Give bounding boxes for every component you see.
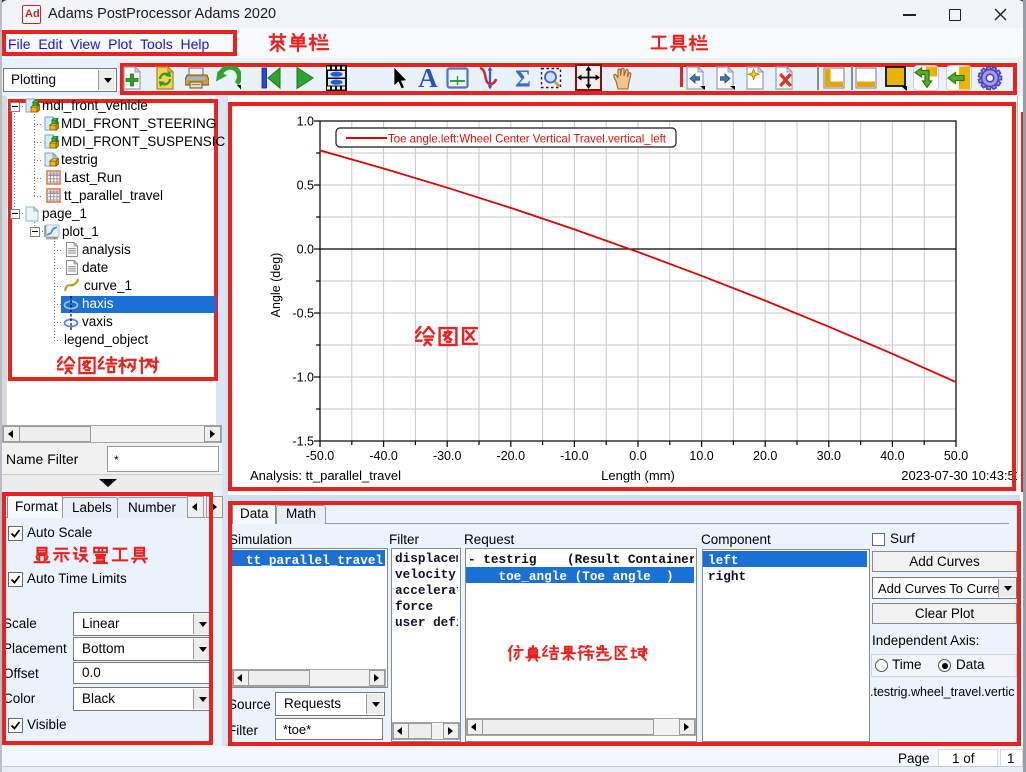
svg-text:Σ: Σ — [515, 67, 531, 91]
svg-text:A: A — [418, 65, 438, 91]
